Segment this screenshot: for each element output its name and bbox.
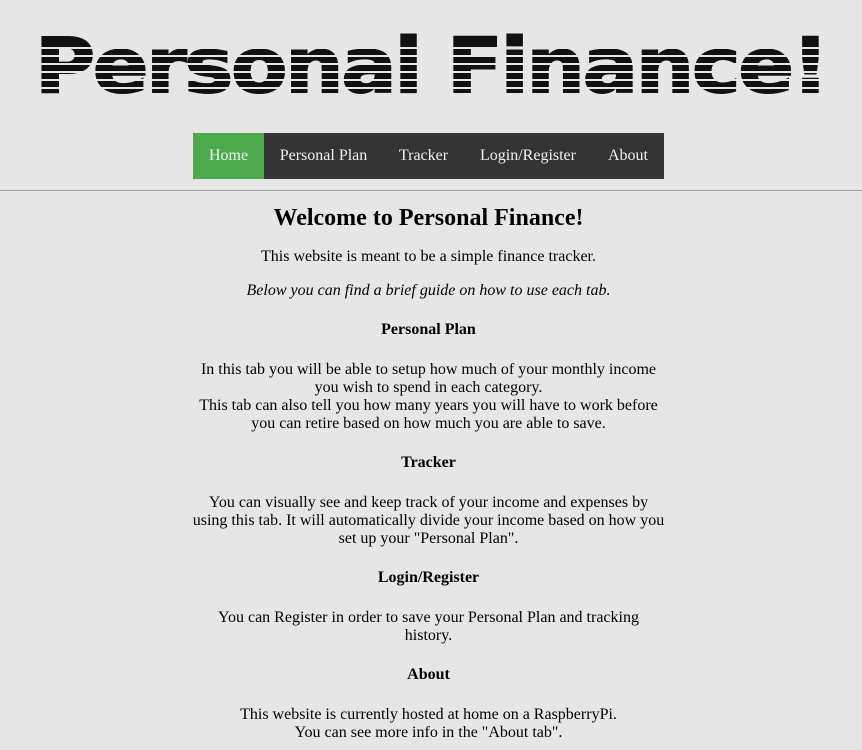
guide-text: Below you can find a brief guide on how … — [246, 282, 611, 299]
section-body-personal-plan: In this tab you will be able to setup ho… — [191, 361, 666, 433]
page-title: Welcome to Personal Finance! — [273, 205, 584, 231]
intro-text: This website is meant to be a simple fin… — [261, 248, 596, 265]
nav-item-login-register[interactable]: Login/Register — [464, 133, 592, 179]
section-title-tracker: Tracker — [401, 454, 456, 471]
section-line: In this tab you will be able to setup ho… — [200, 361, 657, 396]
section-line: This website is currently hosted at home… — [240, 706, 617, 723]
section-body-about: This website is currently hosted at home… — [191, 706, 666, 742]
site-logo: Personal Finance! Personal Finance! — [0, 26, 862, 102]
page: Personal Finance! Personal Finance! Home… — [0, 0, 862, 750]
nav-item-personal-plan[interactable]: Personal Plan — [264, 133, 383, 179]
header-divider — [0, 190, 862, 191]
section-line: This tab can also tell you how many year… — [199, 397, 658, 432]
nav-item-about[interactable]: About — [592, 133, 664, 179]
section-line: You can Register in order to save your P… — [218, 609, 639, 644]
nav-item-tracker[interactable]: Tracker — [383, 133, 464, 179]
section-body-login-register: You can Register in order to save your P… — [191, 609, 666, 645]
section-title-about: About — [407, 666, 450, 683]
section-line: You can see more info in the "About tab"… — [294, 724, 563, 741]
section-title-login-register: Login/Register — [377, 569, 480, 586]
main-content: Welcome to Personal Finance! This websit… — [191, 202, 666, 742]
section-title-personal-plan: Personal Plan — [381, 321, 476, 338]
section-body-tracker: You can visually see and keep track of y… — [191, 494, 666, 548]
nav-item-home[interactable]: Home — [193, 133, 264, 179]
section-line: You can visually see and keep track of y… — [192, 494, 665, 547]
main-nav: Home Personal Plan Tracker Login/Registe… — [193, 133, 664, 179]
